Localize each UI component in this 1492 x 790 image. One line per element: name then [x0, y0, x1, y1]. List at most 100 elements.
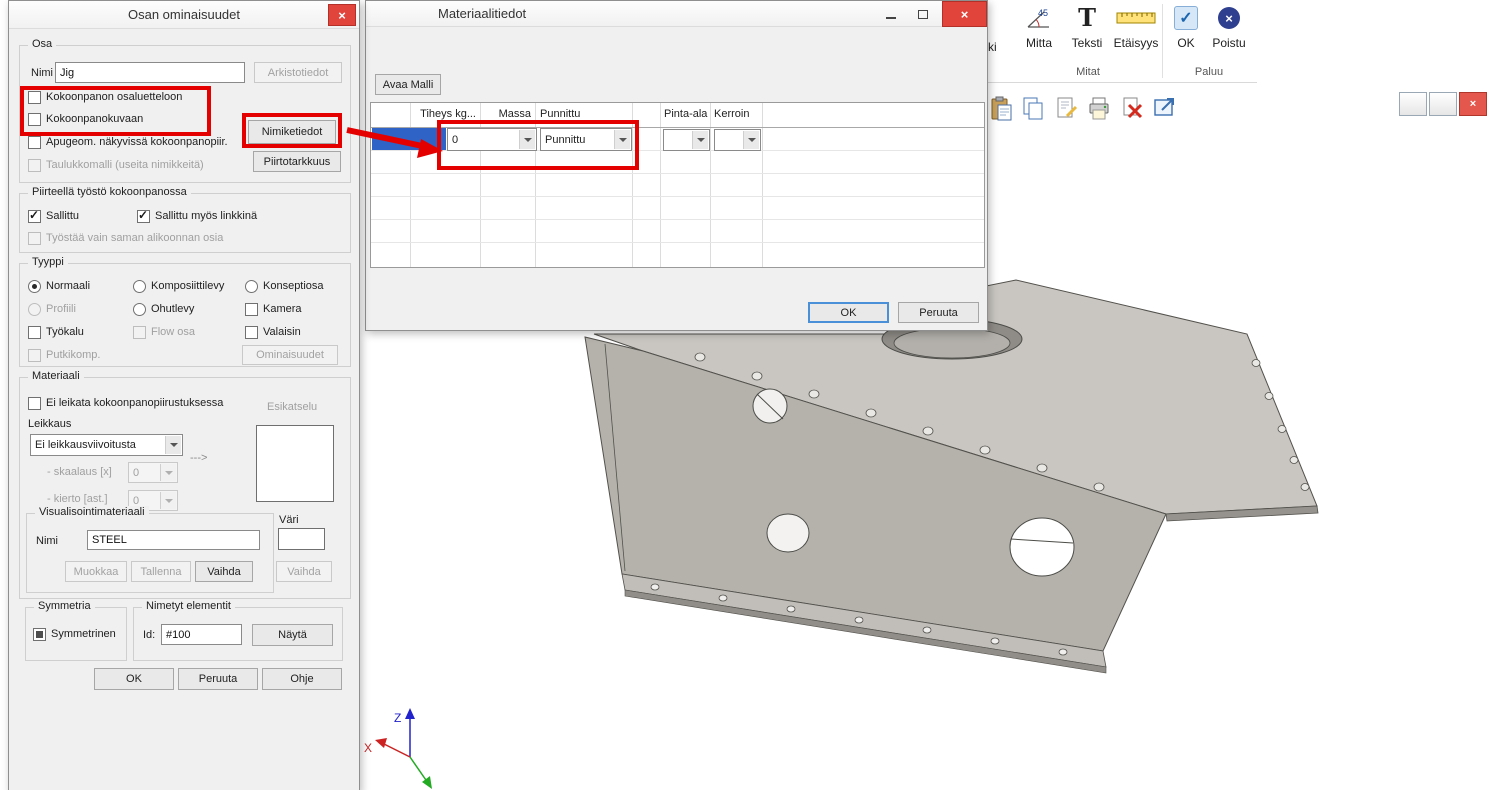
copy-icon[interactable] [1021, 96, 1049, 124]
konseptiosa-radio[interactable]: Konseptiosa [245, 280, 324, 293]
vis-nimi-input[interactable] [87, 530, 260, 550]
axis-z-label: Z [394, 711, 401, 725]
tyokalu-checkbox[interactable]: Työkalu [28, 326, 84, 339]
axis-triad: Z X [364, 708, 432, 789]
material-dialog-titlebar[interactable]: Materiaalitiedot × [366, 1, 987, 27]
group-legend: Tyyppi [28, 256, 68, 268]
poistu-button[interactable]: × Poistu [1207, 3, 1251, 50]
export-view-icon[interactable] [1153, 96, 1181, 124]
column-header-tiheys[interactable]: Tiheys kg... [410, 108, 476, 120]
checkbox-label: Sallittu [46, 210, 79, 222]
column-header-pinta-ala[interactable]: Pinta-ala [664, 108, 707, 120]
ribbon-cutoff-label: ki [988, 40, 997, 54]
esikatselu-label: Esikatselu [267, 401, 317, 413]
pinta-ala-select[interactable] [663, 129, 710, 151]
dialog-close-button[interactable]: × [328, 4, 356, 26]
valaisin-checkbox[interactable]: Valaisin [245, 326, 301, 339]
preview-arrow-label: ---> [190, 452, 207, 464]
checkbox-label: Flow osa [151, 326, 195, 338]
ohutlevy-radio[interactable]: Ohutlevy [133, 303, 194, 316]
checkbox-box [28, 326, 41, 339]
ribbon-ok-button[interactable]: ✓ OK [1167, 3, 1205, 50]
nimi-input[interactable] [55, 62, 245, 83]
tallenna-button: Tallenna [131, 561, 191, 582]
normaali-radio[interactable]: Normaali [28, 280, 90, 293]
angle-45-icon: 45 [1025, 3, 1053, 33]
checkbox-label: Taulukkomalli (useita nimikkeitä) [46, 159, 204, 171]
part-top-hole-inner [894, 328, 1010, 358]
ribbon-group-paluu: Paluu [1165, 66, 1253, 78]
kamera-checkbox[interactable]: Kamera [245, 303, 302, 316]
part-hole-mid [767, 514, 809, 552]
part-dialog-titlebar[interactable]: Osan ominaisuudet × [9, 1, 359, 29]
vis-nimi-label: Nimi [36, 535, 58, 547]
avaa-malli-button[interactable]: Avaa Malli [375, 74, 441, 95]
etaisyys-label: Etäisyys [1114, 36, 1159, 50]
checkbox-label: Putkikomp. [46, 349, 100, 361]
dialog-minimize-button[interactable] [876, 3, 906, 25]
kierto-value: 0 [133, 495, 157, 507]
arkistotiedot-button: Arkistotiedot [254, 62, 342, 83]
symmetrinen-checkbox[interactable]: Symmetrinen [33, 628, 116, 641]
column-header-punnittu[interactable]: Punnittu [540, 108, 580, 120]
kokoonpanokuvaan-checkbox[interactable]: Kokoonpanokuvaan [28, 113, 143, 126]
group-legend: Nimetyt elementit [142, 600, 235, 612]
ei-leikata-checkbox[interactable]: Ei leikata kokoonpanopiirustuksessa [28, 397, 223, 410]
window-close-button[interactable]: × [1459, 92, 1487, 116]
radio-circle [245, 280, 258, 293]
checkbox-label: Työkalu [46, 326, 84, 338]
punnittu-select[interactable]: Punnittu [540, 128, 632, 151]
close-icon: × [961, 7, 969, 22]
material-peruuta-button[interactable]: Peruuta [898, 302, 979, 323]
print-icon[interactable] [1087, 96, 1115, 124]
row-divider [371, 196, 984, 197]
id-input[interactable] [161, 624, 242, 645]
window-restore-button[interactable] [1429, 92, 1457, 116]
angle-value-label: 45 [1038, 8, 1048, 18]
dialog-maximize-button[interactable] [908, 3, 938, 25]
group-legend: Piirteellä työstö kokoonpanossa [28, 186, 191, 198]
etaisyys-button[interactable]: Etäisyys [1111, 3, 1161, 50]
apugeom-checkbox[interactable]: Apugeom. näkyvissä kokoonpanopiir. [28, 136, 228, 149]
kierto-label: - kierto [ast.] [47, 493, 108, 505]
nimi-label: Nimi [31, 67, 53, 79]
sallittu-linkkina-checkbox[interactable]: Sallittu myös linkkinä [137, 210, 257, 223]
group-legend: Materiaali [28, 370, 84, 382]
edit-document-icon[interactable] [1054, 96, 1082, 124]
leikkaus-select[interactable]: Ei leikkausviivoitusta [30, 434, 183, 456]
skaalaus-label: - skaalaus [x] [47, 466, 112, 478]
leikkaus-label: Leikkaus [28, 418, 71, 430]
nimiketiedot-button[interactable]: Nimiketiedot [248, 120, 336, 144]
massa-select[interactable]: 0 [447, 128, 537, 151]
mitta-button[interactable]: 45 Mitta [1017, 3, 1061, 50]
selected-cell[interactable] [372, 128, 446, 150]
part-ohje-button[interactable]: Ohje [262, 668, 342, 690]
paste-icon[interactable] [988, 96, 1016, 124]
vaihda-button[interactable]: Vaihda [195, 561, 253, 582]
vari-swatch [278, 528, 325, 550]
teksti-button[interactable]: T Teksti [1065, 3, 1109, 50]
checkbox-label: Ei leikata kokoonpanopiirustuksessa [46, 397, 223, 409]
app-window: Z X ki 45 Mitta T Teksti [0, 0, 1492, 790]
checkbox-box [28, 210, 41, 223]
komposiittilevy-radio[interactable]: Komposiittilevy [133, 280, 224, 293]
kokoonpanon-osaluetteloon-checkbox[interactable]: Kokoonpanon osaluetteloon [28, 91, 182, 104]
part-ok-button[interactable]: OK [94, 668, 174, 690]
delete-document-icon[interactable] [1120, 96, 1148, 124]
row-divider [371, 219, 984, 220]
material-ok-button[interactable]: OK [808, 302, 889, 323]
piirtotarkkuus-button[interactable]: Piirtotarkkuus [253, 151, 341, 172]
checkbox-box [28, 113, 41, 126]
checkbox-label: Symmetrinen [51, 628, 116, 640]
checkbox-box [33, 628, 46, 641]
part-peruuta-button[interactable]: Peruuta [178, 668, 258, 690]
column-header-kerroin[interactable]: Kerroin [714, 108, 749, 120]
window-minimize-button[interactable] [1399, 92, 1427, 116]
nayta-button[interactable]: Näytä [252, 624, 333, 646]
column-header-massa[interactable]: Massa [480, 108, 531, 120]
dialog-close-button[interactable]: × [942, 1, 987, 27]
sallittu-checkbox[interactable]: Sallittu [28, 210, 79, 223]
flow-osa-checkbox: Flow osa [133, 326, 195, 339]
kerroin-select[interactable] [714, 129, 761, 151]
radio-circle [28, 303, 41, 316]
